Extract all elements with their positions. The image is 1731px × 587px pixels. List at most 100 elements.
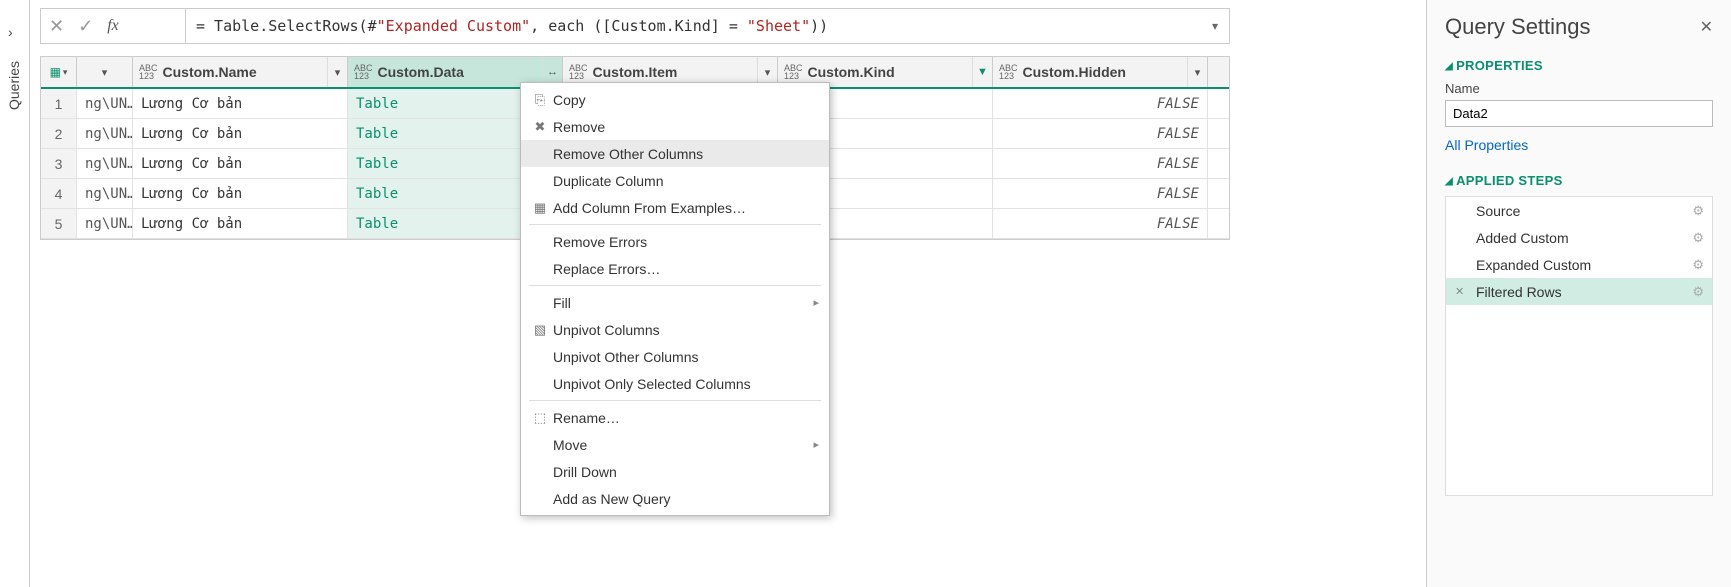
column-context-menu: ⎘Copy✖RemoveRemove Other ColumnsDuplicat…: [520, 82, 830, 516]
cell-name: Lương Cơ bản: [133, 179, 348, 208]
menu-icon: ▦: [527, 200, 553, 216]
step-label: Source: [1476, 203, 1520, 219]
formula-dropdown-icon[interactable]: ▾: [1201, 19, 1229, 33]
menu-item-unpivot-only-selected-columns[interactable]: Unpivot Only Selected Columns: [521, 370, 829, 397]
menu-item-replace-errors-[interactable]: Replace Errors…: [521, 255, 829, 282]
close-panel-icon[interactable]: ✕: [1700, 17, 1713, 37]
row-number: 2: [41, 119, 77, 148]
menu-separator: [529, 285, 821, 286]
column-name: Custom.Name: [163, 64, 327, 80]
cell-source: ng\UN…: [77, 179, 133, 208]
gear-icon[interactable]: ⚙: [1692, 257, 1704, 273]
menu-item-add-column-from-examples-[interactable]: ▦Add Column From Examples…: [521, 194, 829, 221]
submenu-arrow-icon: ▸: [813, 438, 819, 451]
gear-icon[interactable]: ⚙: [1692, 203, 1704, 219]
column-name: Custom.Data: [378, 64, 542, 80]
cell-source: ng\UN…: [77, 209, 133, 238]
submenu-arrow-icon: ▸: [813, 296, 819, 309]
row-number: 5: [41, 209, 77, 238]
gear-icon[interactable]: ⚙: [1692, 230, 1704, 246]
source-column-header[interactable]: ▾: [77, 57, 133, 87]
menu-label: Add as New Query: [553, 491, 819, 507]
menu-item-remove-errors[interactable]: Remove Errors: [521, 228, 829, 255]
row-number: 3: [41, 149, 77, 178]
applied-step[interactable]: Expanded Custom ⚙: [1446, 251, 1712, 278]
table-icon-header[interactable]: ▦ ▾: [41, 57, 77, 87]
menu-icon: ⎘: [527, 92, 553, 108]
menu-item-unpivot-columns[interactable]: ▧Unpivot Columns: [521, 316, 829, 343]
expand-queries-icon[interactable]: ›: [8, 24, 13, 40]
menu-label: Copy: [553, 92, 819, 108]
cell-source: ng\UN…: [77, 119, 133, 148]
applied-step[interactable]: Added Custom ⚙: [1446, 224, 1712, 251]
gear-icon[interactable]: ⚙: [1692, 284, 1704, 300]
filter-icon[interactable]: ▼: [972, 57, 992, 87]
menu-label: Add Column From Examples…: [553, 200, 819, 216]
formula-input[interactable]: = Table.SelectRows(#"Expanded Custom", e…: [186, 17, 1201, 35]
menu-item-remove-other-columns[interactable]: Remove Other Columns: [521, 140, 829, 167]
menu-item-fill[interactable]: Fill▸: [521, 289, 829, 316]
type-icon[interactable]: ABC123: [999, 64, 1018, 80]
cell-name: Lương Cơ bản: [133, 149, 348, 178]
menu-label: Remove: [553, 119, 819, 135]
menu-item-move[interactable]: Move▸: [521, 431, 829, 458]
type-icon[interactable]: ABC123: [354, 64, 373, 80]
queries-label: Queries: [6, 61, 22, 110]
filter-icon[interactable]: ▾: [327, 57, 347, 87]
accept-formula-icon[interactable]: ✓: [78, 16, 93, 37]
cell-hidden: FALSE: [993, 89, 1208, 118]
menu-label: Unpivot Only Selected Columns: [553, 376, 819, 392]
fx-icon[interactable]: fx: [107, 17, 119, 35]
applied-steps-list: Source⚙Added Custom⚙Expanded Custom⚙✕Fil…: [1445, 196, 1713, 496]
menu-label: Duplicate Column: [553, 173, 819, 189]
delete-step-icon[interactable]: ✕: [1455, 285, 1464, 298]
query-name-input[interactable]: [1445, 100, 1713, 127]
menu-item-rename-[interactable]: ⬚Rename…: [521, 404, 829, 431]
column-header-name[interactable]: ABC123 Custom.Name▾: [133, 57, 348, 87]
queries-sidebar: › Queries: [0, 0, 30, 587]
cell-source: ng\UN…: [77, 89, 133, 118]
type-icon[interactable]: ABC123: [569, 64, 588, 80]
type-icon[interactable]: ABC123: [784, 64, 803, 80]
menu-label: Rename…: [553, 410, 819, 426]
menu-separator: [529, 400, 821, 401]
all-properties-link[interactable]: All Properties: [1445, 137, 1713, 153]
menu-icon: ⬚: [527, 410, 553, 426]
menu-label: Replace Errors…: [553, 261, 819, 277]
menu-separator: [529, 224, 821, 225]
step-label: Expanded Custom: [1476, 257, 1591, 273]
cancel-formula-icon[interactable]: ✕: [49, 16, 64, 37]
cell-name: Lương Cơ bản: [133, 89, 348, 118]
menu-label: Drill Down: [553, 464, 819, 480]
table-icon: ▦: [50, 65, 61, 79]
row-number: 4: [41, 179, 77, 208]
applied-steps-header[interactable]: APPLIED STEPS: [1445, 173, 1713, 188]
filter-icon[interactable]: ▾: [1187, 57, 1207, 87]
menu-label: Remove Errors: [553, 234, 819, 250]
row-number: 1: [41, 89, 77, 118]
properties-header[interactable]: PROPERTIES: [1445, 58, 1713, 73]
menu-item-copy[interactable]: ⎘Copy: [521, 86, 829, 113]
filter-icon[interactable]: ▾: [77, 57, 132, 87]
menu-label: Unpivot Columns: [553, 322, 819, 338]
step-label: Added Custom: [1476, 230, 1569, 246]
menu-item-remove[interactable]: ✖Remove: [521, 113, 829, 140]
menu-item-unpivot-other-columns[interactable]: Unpivot Other Columns: [521, 343, 829, 370]
cell-name: Lương Cơ bản: [133, 119, 348, 148]
cell-hidden: FALSE: [993, 149, 1208, 178]
column-header-hidden[interactable]: ABC123Custom.Hidden▾: [993, 57, 1208, 87]
formula-buttons: ✕ ✓ fx: [41, 9, 186, 43]
menu-item-add-as-new-query[interactable]: Add as New Query: [521, 485, 829, 512]
cell-hidden: FALSE: [993, 209, 1208, 238]
formula-bar: ✕ ✓ fx = Table.SelectRows(#"Expanded Cus…: [40, 8, 1230, 44]
type-icon[interactable]: ABC123: [139, 64, 158, 80]
name-label: Name: [1445, 81, 1713, 96]
applied-step[interactable]: ✕Filtered Rows⚙: [1446, 278, 1712, 305]
query-settings-panel: Query Settings ✕ PROPERTIES Name All Pro…: [1426, 0, 1731, 587]
menu-item-duplicate-column[interactable]: Duplicate Column: [521, 167, 829, 194]
cell-hidden: FALSE: [993, 179, 1208, 208]
menu-item-drill-down[interactable]: Drill Down: [521, 458, 829, 485]
menu-label: Remove Other Columns: [553, 146, 819, 162]
menu-label: Move: [553, 437, 813, 453]
applied-step[interactable]: Source ⚙: [1446, 197, 1712, 224]
